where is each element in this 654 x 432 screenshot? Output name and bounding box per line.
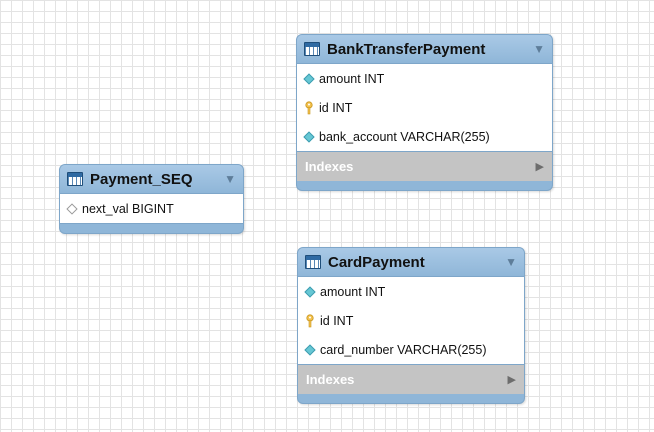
- column-label: card_number VARCHAR(255): [320, 342, 487, 357]
- collapse-triangle-icon[interactable]: ▼: [505, 255, 517, 269]
- table-card-payment[interactable]: CardPayment ▼ amount INT id INT card_num…: [297, 247, 525, 404]
- column-row[interactable]: card_number VARCHAR(255): [298, 335, 524, 364]
- table-bank-transfer-payment[interactable]: BankTransferPayment ▼ amount INT id INT …: [296, 34, 553, 191]
- expand-arrow-icon[interactable]: ▶: [508, 373, 516, 386]
- table-title: CardPayment: [328, 253, 425, 271]
- column-label: next_val BIGINT: [82, 201, 174, 216]
- column-label: bank_account VARCHAR(255): [319, 129, 490, 144]
- expand-arrow-icon[interactable]: ▶: [536, 160, 544, 173]
- table-title: BankTransferPayment: [327, 40, 486, 58]
- table-icon: [304, 42, 320, 56]
- table-header[interactable]: Payment_SEQ ▼: [60, 165, 243, 193]
- column-diamond-icon: [303, 130, 315, 143]
- column-label: amount INT: [320, 284, 386, 299]
- column-label: id INT: [319, 100, 353, 115]
- table-footer: [297, 181, 552, 190]
- table-payment-seq[interactable]: Payment_SEQ ▼ next_val BIGINT: [59, 164, 244, 234]
- column-row[interactable]: amount INT: [297, 64, 552, 93]
- indexes-label: Indexes: [305, 159, 354, 174]
- column-list: next_val BIGINT: [60, 193, 243, 224]
- table-footer: [298, 394, 524, 403]
- column-row[interactable]: id INT: [297, 93, 552, 122]
- collapse-triangle-icon[interactable]: ▼: [533, 42, 545, 56]
- column-label: amount INT: [319, 71, 385, 86]
- hollow-diamond-icon: [66, 202, 78, 215]
- key-icon: [305, 100, 313, 114]
- column-row[interactable]: amount INT: [298, 277, 524, 306]
- table-footer: [60, 224, 243, 233]
- table-title: Payment_SEQ: [90, 170, 193, 188]
- column-diamond-icon: [304, 285, 316, 298]
- column-row[interactable]: id INT: [298, 306, 524, 335]
- key-icon: [306, 313, 314, 327]
- column-row[interactable]: bank_account VARCHAR(255): [297, 122, 552, 151]
- column-label: id INT: [320, 313, 354, 328]
- indexes-section[interactable]: Indexes ▶: [298, 365, 524, 394]
- column-list: amount INT id INT card_number VARCHAR(25…: [298, 276, 524, 365]
- column-diamond-icon: [304, 343, 316, 356]
- table-icon: [67, 172, 83, 186]
- collapse-triangle-icon[interactable]: ▼: [224, 172, 236, 186]
- table-header[interactable]: BankTransferPayment ▼: [297, 35, 552, 63]
- indexes-label: Indexes: [306, 372, 355, 387]
- column-row[interactable]: next_val BIGINT: [60, 194, 243, 223]
- table-header[interactable]: CardPayment ▼: [298, 248, 524, 276]
- diagram-canvas[interactable]: BankTransferPayment ▼ amount INT id INT …: [0, 0, 654, 432]
- table-icon: [305, 255, 321, 269]
- indexes-section[interactable]: Indexes ▶: [297, 152, 552, 181]
- column-list: amount INT id INT bank_account VARCHAR(2…: [297, 63, 552, 152]
- column-diamond-icon: [303, 72, 315, 85]
